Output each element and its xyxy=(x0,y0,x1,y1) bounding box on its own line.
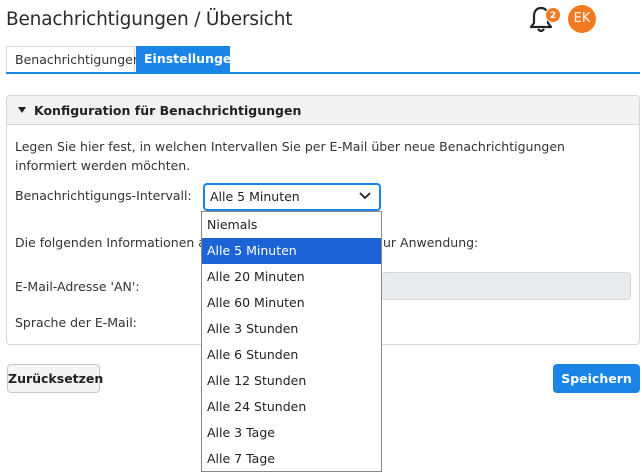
tab-benachrichtigungen[interactable]: Benachrichtigungen xyxy=(6,46,141,72)
option-alle-5-minuten[interactable]: Alle 5 Minuten xyxy=(202,238,381,264)
interval-select-value: Alle 5 Minuten xyxy=(210,189,300,204)
save-button[interactable]: Speichern xyxy=(553,364,640,393)
notification-badge: 2 xyxy=(545,7,561,23)
tab-bar: Benachrichtigungen Einstellungen xyxy=(6,46,640,74)
info-text-right: ur Anwendung: xyxy=(383,235,479,250)
chevron-down-icon xyxy=(359,192,371,200)
option-alle-12-stunden[interactable]: Alle 12 Stunden xyxy=(202,368,381,394)
panel-header[interactable]: Konfiguration für Benachrichtigungen xyxy=(7,96,639,125)
interval-dropdown-list: Niemals Alle 5 Minuten Alle 20 Minuten A… xyxy=(201,211,382,472)
email-label: E-Mail-Adresse 'AN': xyxy=(15,279,140,294)
interval-label: Benachrichtigungs-Intervall: xyxy=(15,188,192,203)
option-niemals[interactable]: Niemals xyxy=(202,212,381,238)
info-text-left: Die folgenden Informationen aus xyxy=(15,235,221,250)
intro-text: Legen Sie hier fest, in welchen Interval… xyxy=(15,139,565,173)
option-alle-3-tage[interactable]: Alle 3 Tage xyxy=(202,420,381,446)
interval-select[interactable]: Alle 5 Minuten xyxy=(203,183,381,211)
option-alle-20-minuten[interactable]: Alle 20 Minuten xyxy=(202,264,381,290)
email-field xyxy=(381,272,631,300)
language-label: Sprache der E-Mail: xyxy=(15,315,137,330)
option-alle-7-tage[interactable]: Alle 7 Tage xyxy=(202,446,381,472)
avatar[interactable]: EK xyxy=(568,5,596,33)
reset-button[interactable]: Zurücksetzen xyxy=(7,364,103,393)
page-title: Benachrichtigungen / Übersicht xyxy=(6,9,293,30)
option-alle-60-minuten[interactable]: Alle 60 Minuten xyxy=(202,290,381,316)
option-alle-3-stunden[interactable]: Alle 3 Stunden xyxy=(202,316,381,342)
caret-down-icon xyxy=(18,107,26,113)
panel-title: Konfiguration für Benachrichtigungen xyxy=(34,103,302,118)
tab-einstellungen[interactable]: Einstellungen xyxy=(136,46,240,72)
option-alle-24-stunden[interactable]: Alle 24 Stunden xyxy=(202,394,381,420)
option-alle-6-stunden[interactable]: Alle 6 Stunden xyxy=(202,342,381,368)
